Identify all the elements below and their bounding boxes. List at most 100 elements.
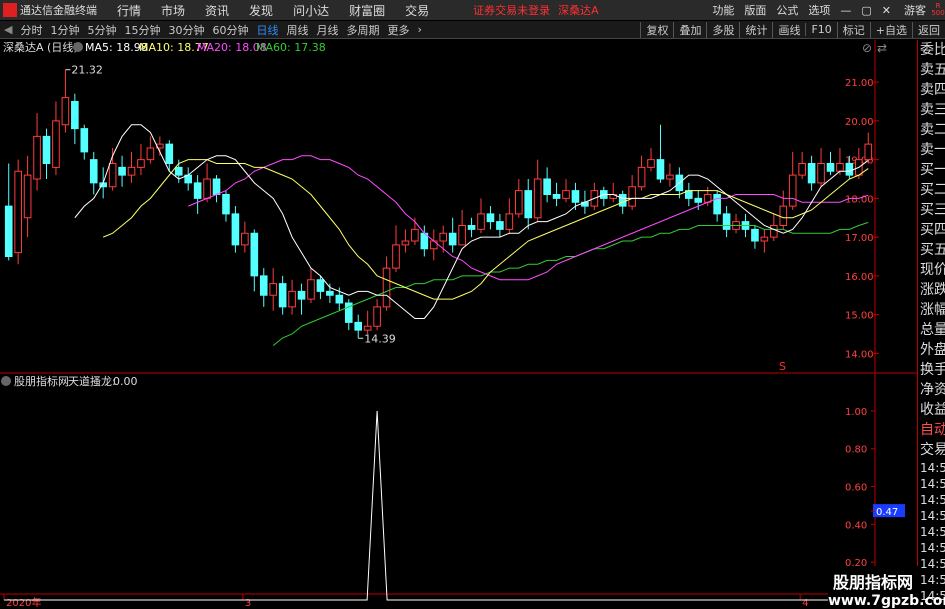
period-more[interactable]: 更多 [383, 22, 413, 38]
btn-diejia[interactable]: 叠加 [673, 21, 706, 38]
candle-body [193, 182, 202, 199]
period-toolbar: ◀ 分时 1分钟 5分钟 15分钟 30分钟 60分钟 日线 周线 月线 多周期… [0, 21, 945, 39]
candle-body [760, 236, 769, 242]
candle-body [118, 166, 126, 176]
period-fenshi[interactable]: 分时 [16, 22, 46, 38]
btn-tongji[interactable]: 统计 [739, 21, 772, 38]
candle-body [845, 163, 854, 176]
side-label-2: 卖四 [920, 82, 945, 98]
settings-icon[interactable] [73, 42, 83, 52]
period-5min[interactable]: 5分钟 [83, 22, 120, 38]
side-label-20[interactable]: 交易 [918, 440, 945, 460]
indicator-value: 0.00 [113, 375, 138, 388]
btn-fanhui[interactable]: 返回 [912, 21, 945, 38]
menu-faxian[interactable]: 发现 [249, 2, 273, 19]
menu-xuanxiang[interactable]: 选项 [808, 2, 830, 18]
menu-shichang[interactable]: 市场 [161, 2, 185, 19]
trade-time-6: 14:56 [920, 557, 945, 571]
minimize-button[interactable]: — [840, 4, 851, 17]
candle-body [14, 170, 22, 254]
candle-body [354, 321, 363, 331]
period-daily[interactable]: 日线 [252, 22, 282, 38]
candle-body [212, 178, 221, 195]
collapse-icon[interactable]: ◀ [0, 23, 16, 36]
side-label-7: 买二 [920, 182, 945, 198]
zoom-icon[interactable]: ⊘ [862, 41, 872, 55]
period-monthly[interactable]: 月线 [312, 22, 342, 38]
candle-body [363, 325, 372, 331]
candle-body [807, 163, 816, 184]
candle-body [231, 213, 240, 246]
menu-wenxiaoda[interactable]: 问小达 [293, 2, 329, 19]
indicator-line [4, 410, 875, 601]
candle-body [373, 306, 381, 327]
candle-body [165, 143, 174, 164]
menu-jiaoyi[interactable]: 交易 [405, 2, 429, 19]
close-button[interactable]: ✕ [882, 4, 891, 17]
candle-body [552, 194, 561, 199]
menu-gongshi[interactable]: 公式 [776, 2, 798, 18]
candle-body [467, 225, 476, 230]
candle-body [618, 194, 627, 207]
period-60min[interactable]: 60分钟 [208, 22, 252, 38]
side-label-19[interactable]: 自动 [918, 420, 945, 440]
candle-body [71, 101, 79, 130]
side-label-18: 收益 [920, 402, 945, 418]
candle-body [382, 267, 391, 308]
candle-body [788, 174, 797, 207]
chart-stock-title: 深桑达A (日线) [3, 40, 78, 54]
menu-hangqing[interactable]: 行情 [117, 2, 141, 19]
price-tick-label: 21.00 [845, 78, 874, 89]
menu-zixun[interactable]: 资讯 [205, 2, 229, 19]
candle-body [335, 294, 344, 304]
side-label-9: 买四 [920, 222, 945, 238]
candle-body [571, 190, 580, 203]
trade-time-7: 14:56 [920, 573, 945, 587]
swap-icon[interactable]: ⇄ [877, 41, 887, 55]
candle-body [278, 283, 287, 308]
period-30min[interactable]: 30分钟 [164, 22, 208, 38]
candle-body [52, 120, 60, 168]
more-chevron-icon[interactable]: › [413, 23, 425, 36]
candle-body [61, 97, 70, 126]
price-tick-label: 14.00 [845, 349, 874, 360]
btn-biaoji[interactable]: 标记 [836, 21, 870, 38]
trade-time-3: 14:56 [920, 509, 945, 523]
btn-f10[interactable]: F10 [805, 23, 836, 36]
menu-gongneng[interactable]: 功能 [712, 2, 734, 18]
menu-banmian[interactable]: 版面 [744, 2, 766, 18]
candle-body [496, 221, 504, 230]
side-label-5: 卖一 [920, 142, 945, 158]
indicator-name: 股朋指标网 [14, 374, 69, 388]
candle-body [326, 290, 334, 296]
btn-huaxian[interactable]: 画线 [772, 21, 805, 38]
btn-zixuan[interactable]: +自选 [869, 21, 912, 38]
user-guest[interactable]: 游客 [904, 2, 926, 18]
period-1min[interactable]: 1分钟 [46, 22, 83, 38]
side-label-1: 卖五 [920, 62, 945, 78]
menu-caifuquan[interactable]: 财富圈 [349, 2, 385, 19]
kline-chart[interactable]: 深桑达A (日线) MA5: 18.98 MA10: 18.77 MA20: 1… [0, 40, 917, 609]
period-15min[interactable]: 15分钟 [120, 22, 164, 38]
login-notice[interactable]: 证券交易未登录 [473, 2, 550, 18]
period-weekly[interactable]: 周线 [282, 22, 312, 38]
candle-body [269, 283, 278, 296]
maximize-button[interactable]: ▢ [861, 4, 871, 17]
side-label-14: 总量 [920, 322, 945, 338]
r500-badge: R 500 [931, 2, 945, 17]
candle-body [4, 205, 13, 257]
indicator-settings-icon[interactable] [1, 376, 11, 386]
trade-time-2: 14:56 [920, 493, 945, 507]
candle-body [316, 279, 325, 292]
date-label: 2020年 [6, 596, 41, 609]
btn-fuquan[interactable]: 复权 [640, 21, 673, 38]
stock-tab[interactable]: 深桑达A [558, 2, 599, 18]
btn-duogu[interactable]: 多股 [706, 21, 739, 38]
candle-body [458, 225, 466, 246]
ind-tick-label: 0.40 [845, 520, 867, 531]
watermark-url: www.7gpzb.com [828, 593, 945, 609]
price-tick-label: 17.00 [845, 233, 874, 244]
candle-body [694, 197, 703, 203]
ind-tick-label: 0.47 [876, 507, 898, 518]
period-multi[interactable]: 多周期 [342, 22, 383, 38]
